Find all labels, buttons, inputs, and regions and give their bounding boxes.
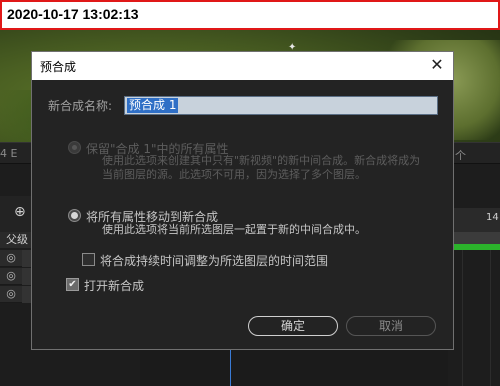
cancel-button[interactable]: 取消 — [346, 316, 436, 336]
ok-button[interactable]: 确定 — [248, 316, 338, 336]
close-icon[interactable]: ✕ — [424, 54, 450, 78]
new-comp-name-value: 预合成 1 — [127, 98, 179, 113]
checkmark-icon: ✔ — [68, 279, 77, 290]
open-new-comp-checkbox[interactable]: ✔ — [66, 278, 79, 291]
leave-attributes-description: 使用此选项来创建其中只有"新视频"的新中间合成。新合成将成为当前图层的源。此选项… — [102, 154, 421, 181]
timestamp-label: 2020-10-17 13:02:13 — [0, 0, 500, 30]
timeline-graph-area — [140, 350, 448, 386]
pick-whip-icon[interactable]: ◎ — [0, 286, 22, 303]
precompose-dialog: 预合成 ✕ 新合成名称: 预合成 1 保留"合成 1"中的所有属性 使用此选项来… — [31, 51, 454, 350]
move-attributes-radio[interactable] — [68, 209, 81, 222]
render-cache-bar — [448, 244, 500, 250]
dialog-title: 预合成 — [40, 60, 77, 74]
pick-whip-icon[interactable]: ◎ — [0, 250, 22, 267]
leave-attributes-radio[interactable] — [68, 141, 81, 154]
current-time-indicator[interactable] — [230, 350, 231, 386]
work-area-bar[interactable] — [448, 232, 500, 244]
pick-whip-icon[interactable]: ◎ — [0, 268, 22, 285]
adjust-duration-label: 将合成持续时间调整为所选图层的时间范围 — [100, 254, 329, 268]
open-new-comp-label: 打开新合成 — [84, 279, 145, 293]
new-comp-name-label: 新合成名称: — [48, 99, 113, 113]
timeline-grid-line — [490, 250, 491, 386]
time-ruler-label: 14 — [486, 212, 499, 223]
adjust-duration-checkbox[interactable] — [82, 253, 95, 266]
move-attributes-description: 使用此选项将当前所选图层一起置于新的中间合成中。 — [102, 223, 366, 236]
timeline-grid-line — [462, 250, 463, 386]
layer-tool-icon[interactable]: ⊕ — [14, 204, 26, 220]
dialog-titlebar[interactable]: 预合成 ✕ — [32, 52, 453, 80]
timeline-track-area — [448, 164, 500, 386]
panel-tab-left[interactable]: 4 E — [0, 147, 17, 160]
panel-tab-right[interactable]: 个 — [455, 147, 466, 163]
new-comp-name-input[interactable]: 预合成 1 — [124, 96, 438, 115]
